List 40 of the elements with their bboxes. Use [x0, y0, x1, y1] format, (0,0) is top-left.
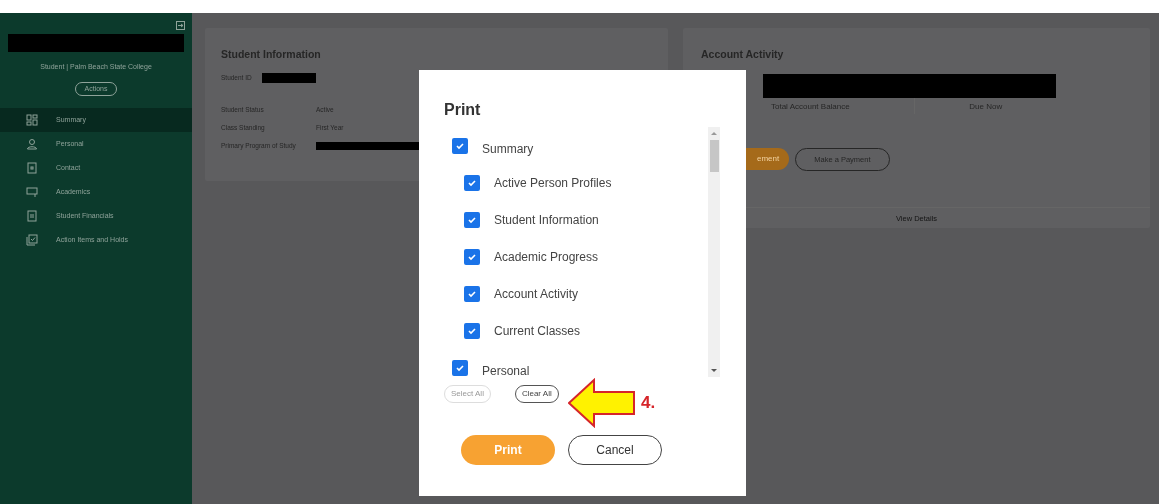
arrow-annotation: [568, 378, 636, 428]
dialog-title: Print: [444, 100, 482, 120]
checklist-icon: [26, 234, 38, 246]
grid-icon: [26, 114, 38, 126]
person-icon: [26, 138, 38, 150]
cancel-button[interactable]: Cancel: [568, 435, 662, 466]
check-icon: [455, 362, 465, 373]
step-number: 4.: [641, 392, 656, 415]
scrollbar-thumb[interactable]: [709, 140, 719, 173]
board-icon: [26, 186, 38, 198]
checkbox-label: Current Classes: [494, 322, 581, 340]
card-title: Account Activity: [700, 48, 785, 61]
checkbox[interactable]: [464, 174, 480, 191]
checkbox[interactable]: [464, 211, 480, 228]
checkbox-label: Active Person Profiles: [494, 174, 612, 192]
document-icon: [26, 210, 38, 222]
redaction-bar: [261, 72, 316, 83]
checkbox-label: Personal: [482, 362, 530, 378]
checkbox-label: Student Information: [494, 211, 599, 229]
checkbox-label: Account Activity: [494, 285, 579, 303]
scrollbar[interactable]: [708, 127, 720, 378]
scroll-down-icon[interactable]: [711, 368, 717, 374]
card-title: Student Information: [221, 48, 322, 61]
checkbox[interactable]: [452, 359, 468, 376]
check-icon: [467, 325, 477, 336]
checkbox-label: Summary: [482, 140, 534, 158]
check-icon: [467, 288, 477, 299]
check-icon: [467, 177, 477, 188]
scroll-up-icon[interactable]: [711, 131, 717, 137]
checkbox-label: Academic Progress: [494, 248, 599, 266]
checkbox[interactable]: [464, 285, 480, 302]
contact-card-icon: [26, 162, 38, 174]
check-icon: [467, 214, 477, 225]
check-icon: [455, 140, 465, 151]
checkbox[interactable]: [464, 248, 480, 265]
checkbox[interactable]: [464, 322, 480, 339]
collapse-icon[interactable]: [176, 21, 185, 30]
checkbox[interactable]: [452, 137, 468, 154]
check-icon: [467, 251, 477, 262]
clear-all-button[interactable]: Clear All: [514, 385, 559, 404]
